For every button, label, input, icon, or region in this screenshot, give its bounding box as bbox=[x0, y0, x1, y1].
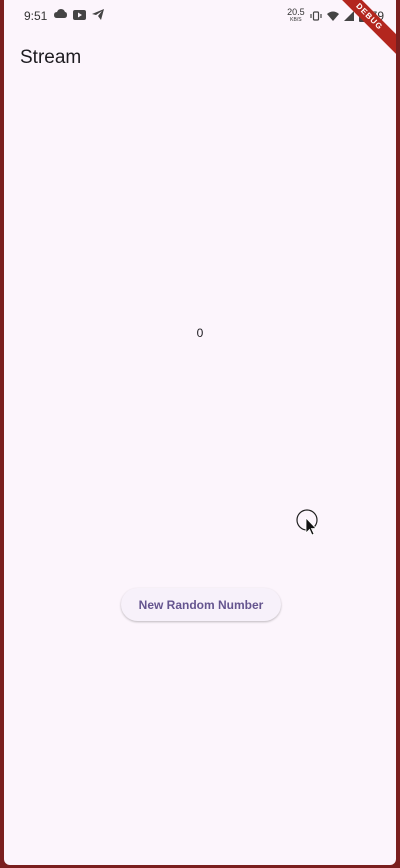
net-speed-value: 20.5 bbox=[287, 7, 305, 17]
app-bar: Stream bbox=[4, 32, 396, 84]
new-random-number-button[interactable]: New Random Number bbox=[121, 588, 281, 621]
net-speed-unit: KB/S bbox=[290, 17, 302, 23]
random-number-value: 0 bbox=[196, 326, 204, 340]
status-time: 9:51 bbox=[24, 9, 48, 23]
page-title: Stream bbox=[20, 47, 82, 68]
net-speed: 20.5 KB/S bbox=[287, 8, 305, 24]
vibrate-icon bbox=[310, 11, 322, 21]
signal-icon bbox=[343, 11, 354, 21]
status-left-icons bbox=[54, 9, 104, 20]
telegram-icon bbox=[92, 9, 104, 20]
app-screen: 9:51 20.5 KB/S DEBUG Stream 0 New Random… bbox=[4, 0, 396, 865]
status-bar: 9:51 20.5 KB/S bbox=[4, 0, 396, 32]
mouse-cursor-icon bbox=[296, 509, 318, 536]
youtube-icon bbox=[73, 9, 86, 20]
wifi-icon bbox=[326, 11, 339, 21]
cloud-game-icon bbox=[54, 9, 67, 18]
